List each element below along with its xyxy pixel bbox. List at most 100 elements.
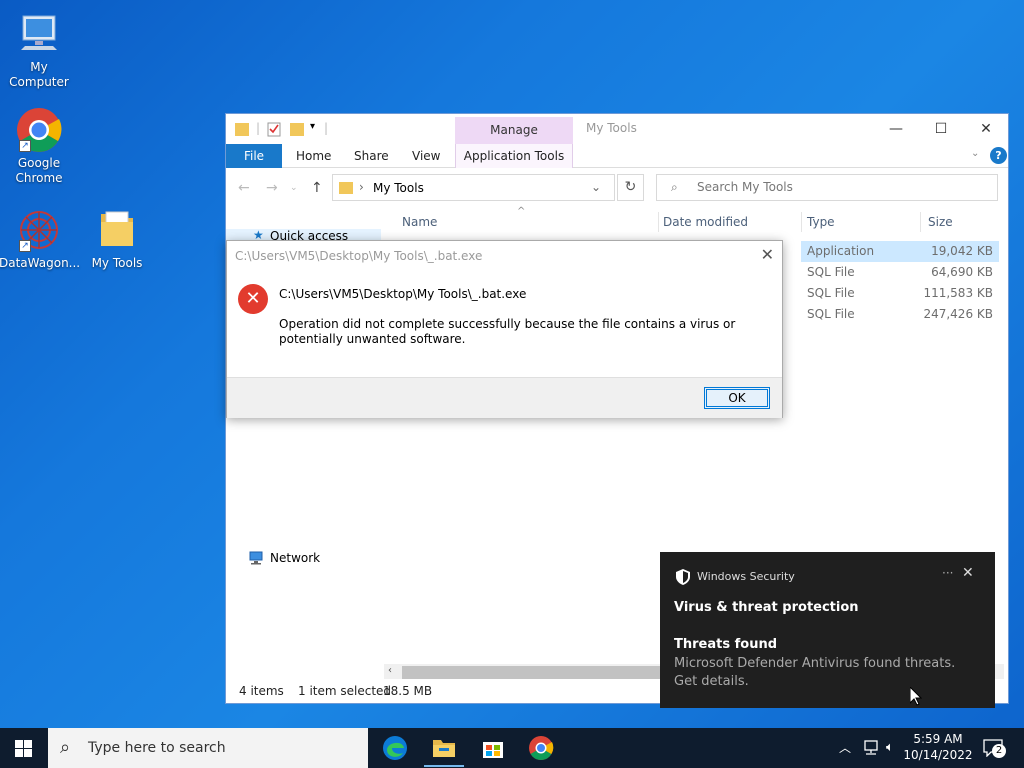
row-type: SQL File	[807, 307, 855, 321]
desktop-icon-label: Google Chrome	[15, 156, 63, 185]
row-type: Application	[807, 244, 875, 258]
chevron-down-icon[interactable]: ⌄	[591, 180, 601, 194]
minimize-icon[interactable]: —	[880, 118, 912, 140]
desktop-icon-datawagon[interactable]: ↗ DataWagon...	[0, 206, 81, 271]
row-type: SQL File	[807, 265, 855, 279]
search-input[interactable]: ⌕ Search My Tools	[656, 174, 998, 201]
address-row: ← → ⌄ ↑ › My Tools ⌄ ↻ ⌕ Search My Tools	[226, 168, 1008, 206]
network-icon[interactable]	[862, 740, 880, 768]
row-type: SQL File	[807, 286, 855, 300]
chrome-icon: ↗	[15, 106, 63, 154]
scrollbar-thumb[interactable]	[402, 666, 662, 679]
chrome-icon[interactable]	[527, 734, 557, 762]
column-type[interactable]: Type	[807, 212, 835, 232]
column-date-modified[interactable]: Date modified	[663, 212, 748, 232]
desktop-icon-label: DataWagon...	[0, 256, 81, 270]
clock-date: 10/14/2022	[903, 748, 973, 762]
status-item-count: 4 items	[239, 684, 284, 698]
new-folder-icon[interactable]	[290, 121, 304, 137]
taskbar: ⌕ Type here to search ︿ 🔈︎ 5:59 AM 10/14…	[0, 728, 1024, 768]
chevron-down-icon[interactable]: ▾	[310, 121, 315, 137]
notification-heading: Virus & threat protection	[674, 600, 859, 615]
notification-center-icon[interactable]: 2	[983, 739, 1006, 760]
desktop-icon-my-tools[interactable]: My Tools	[77, 206, 157, 271]
dialog-file-path: C:\Users\VM5\Desktop\My Tools\_.bat.exe	[279, 287, 527, 301]
table-row[interactable]: Application 19,042 KB	[801, 241, 999, 262]
shield-icon	[676, 569, 690, 585]
breadcrumb-current[interactable]: My Tools	[373, 181, 424, 195]
security-notification[interactable]: Windows Security ··· ✕ Virus & threat pr…	[660, 552, 995, 708]
back-arrow-icon[interactable]: ←	[238, 180, 250, 196]
row-size: 247,426 KB	[923, 307, 993, 321]
shortcut-arrow-icon: ↗	[19, 140, 31, 152]
sort-indicator-icon: ^	[517, 206, 526, 217]
table-row[interactable]: SQL File 111,583 KB	[801, 283, 999, 304]
qa-divider: |	[256, 121, 261, 135]
folder-icon	[339, 180, 353, 199]
close-icon[interactable]: ✕	[962, 565, 974, 581]
tab-file[interactable]: File	[226, 144, 282, 168]
breadcrumb-chevron-icon: ›	[359, 180, 364, 194]
system-clock[interactable]: 5:59 AM 10/14/2022	[900, 731, 976, 763]
forward-arrow-icon[interactable]: →	[266, 180, 278, 196]
desktop-icon-my-computer[interactable]: My Computer	[0, 10, 79, 90]
shortcut-arrow-icon: ↗	[19, 240, 31, 252]
table-row[interactable]: SQL File 64,690 KB	[801, 262, 999, 283]
search-icon: ⌕	[60, 737, 71, 758]
column-name[interactable]: Name	[402, 212, 437, 232]
folder-icon	[93, 206, 141, 254]
more-options-icon[interactable]: ···	[942, 566, 953, 580]
tab-application-tools[interactable]: Application Tools	[455, 144, 573, 168]
refresh-icon[interactable]: ↻	[617, 174, 644, 201]
computer-icon	[15, 10, 63, 58]
close-icon[interactable]: ✕	[761, 245, 774, 264]
notification-subheading: Threats found	[674, 637, 778, 652]
windows-start-icon[interactable]	[15, 740, 32, 760]
error-icon: ✕	[238, 284, 268, 314]
taskbar-search-placeholder: Type here to search	[88, 740, 226, 756]
folder-icon	[235, 121, 249, 137]
mouse-cursor-icon	[909, 685, 923, 709]
manage-tab[interactable]: Manage	[455, 117, 573, 144]
address-bar[interactable]: › My Tools ⌄	[332, 174, 615, 201]
store-icon[interactable]	[479, 734, 509, 762]
notification-app-name: Windows Security	[697, 570, 795, 583]
chevron-up-icon[interactable]: ︿	[839, 728, 851, 768]
file-explorer-icon[interactable]	[424, 734, 464, 767]
taskbar-search-input[interactable]: ⌕ Type here to search	[48, 728, 368, 768]
properties-icon[interactable]	[267, 121, 281, 137]
desktop-icon-google-chrome[interactable]: ↗ Google Chrome	[0, 106, 79, 186]
row-size: 64,690 KB	[931, 265, 993, 279]
datawagon-icon: ↗	[15, 206, 63, 254]
search-placeholder: Search My Tools	[697, 180, 793, 194]
status-selection: 1 item selected	[298, 684, 392, 698]
window-title: My Tools	[586, 121, 637, 135]
up-arrow-icon[interactable]: ↑	[311, 180, 323, 196]
recent-locations-icon[interactable]: ⌄	[290, 183, 298, 193]
help-icon[interactable]: ?	[990, 147, 1007, 164]
tab-view[interactable]: View	[412, 144, 440, 168]
tab-home[interactable]: Home	[296, 144, 331, 168]
search-icon: ⌕	[671, 180, 678, 194]
dialog-message: Operation did not complete successfully …	[279, 317, 736, 346]
notification-count-badge: 2	[992, 744, 1006, 758]
nav-network[interactable]: Network	[270, 551, 320, 565]
column-size[interactable]: Size	[928, 212, 953, 232]
close-icon[interactable]: ✕	[970, 118, 1002, 140]
dialog-title: C:\Users\VM5\Desktop\My Tools\_.bat.exe	[235, 249, 483, 263]
row-size: 19,042 KB	[931, 244, 993, 258]
volume-icon[interactable]: 🔈︎	[886, 728, 894, 768]
edge-icon[interactable]	[381, 734, 411, 762]
qa-divider: |	[324, 121, 329, 135]
ribbon-expand-icon[interactable]: ⌄	[971, 148, 979, 159]
tab-share[interactable]: Share	[354, 144, 389, 168]
maximize-icon[interactable]: ☐	[925, 118, 957, 140]
active-app-indicator	[424, 765, 464, 767]
table-row[interactable]: SQL File 247,426 KB	[801, 304, 999, 325]
error-dialog: C:\Users\VM5\Desktop\My Tools\_.bat.exe …	[226, 240, 783, 418]
network-icon	[248, 551, 264, 568]
desktop-icon-label: My Tools	[91, 256, 143, 270]
ok-button[interactable]: OK	[704, 387, 770, 409]
scroll-left-icon[interactable]: ‹	[388, 665, 392, 676]
dialog-footer: OK	[227, 377, 782, 418]
